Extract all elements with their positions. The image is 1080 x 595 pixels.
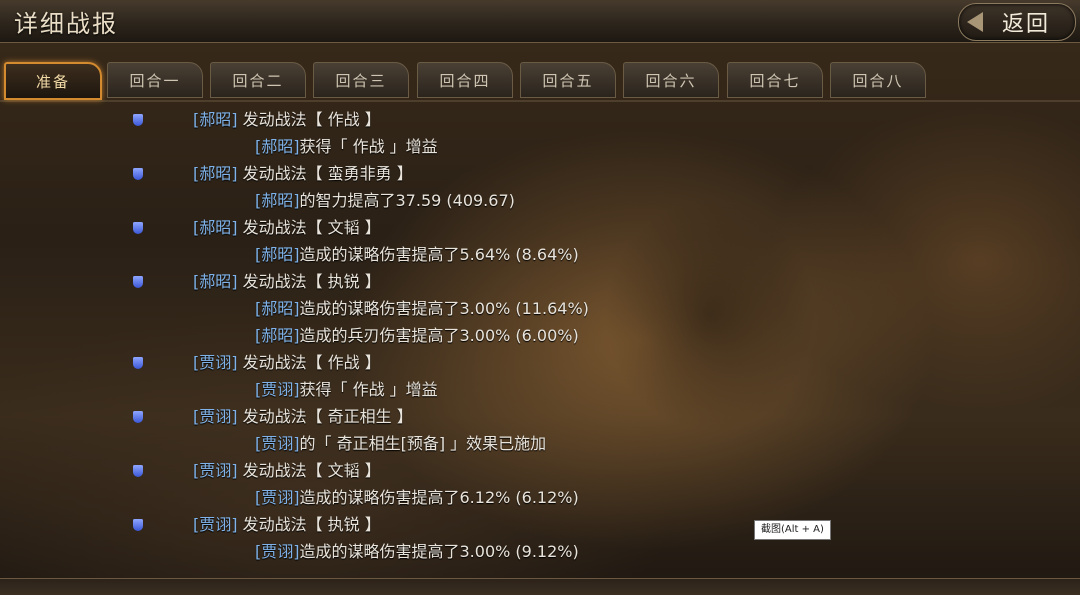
- tab-round-7[interactable]: 回合七: [727, 62, 823, 98]
- log-text: 发动战法【 奇正相生 】: [237, 407, 413, 426]
- tab-round-0[interactable]: 准备: [4, 62, 102, 100]
- general-name: [郝昭]: [255, 137, 300, 156]
- log-line-effect: [郝昭]的智力提高了37.59 (409.67): [255, 187, 515, 214]
- log-text: 获得「 作战 」增益: [299, 137, 438, 156]
- log-line-tactic: [郝昭] 发动战法【 蛮勇非勇 】: [193, 160, 413, 187]
- log-text: 造成的兵刃伤害提高了3.00% (6.00%): [299, 326, 579, 345]
- general-name: [贾诩]: [255, 542, 300, 561]
- shield-icon: [133, 519, 143, 531]
- round-tabs: 准备 回合一 回合二 回合三 回合四 回合五 回合六 回合七 回合八: [0, 62, 1080, 102]
- log-text: 造成的谋略伤害提高了3.00% (11.64%): [299, 299, 589, 318]
- log-text: 获得「 作战 」增益: [299, 380, 438, 399]
- tab-round-3[interactable]: 回合三: [313, 62, 409, 98]
- general-name: [郝昭]: [193, 218, 238, 237]
- shield-icon: [133, 222, 143, 234]
- log-text: 发动战法【 文韬 】: [237, 218, 381, 237]
- log-line-effect: [贾诩]造成的谋略伤害提高了3.00% (9.12%): [255, 538, 579, 565]
- tab-round-1[interactable]: 回合一: [107, 62, 203, 98]
- log-line-effect: [郝昭]造成的谋略伤害提高了5.64% (8.64%): [255, 241, 579, 268]
- log-line-effect: [贾诩]造成的谋略伤害提高了6.12% (6.12%): [255, 484, 579, 511]
- log-line-tactic: [贾诩] 发动战法【 执锐 】: [193, 511, 381, 538]
- general-name: [郝昭]: [255, 299, 300, 318]
- log-line-effect: [贾诩]获得「 作战 」增益: [255, 376, 438, 403]
- battle-log: [郝昭] 发动战法【 作战 】 [郝昭]获得「 作战 」增益 [郝昭] 发动战法【 …: [0, 104, 1080, 578]
- tab-round-2[interactable]: 回合二: [210, 62, 306, 98]
- log-line-effect: [贾诩]的「 奇正相生[预备] 」效果已施加: [255, 430, 546, 457]
- general-name: [郝昭]: [255, 191, 300, 210]
- log-line-tactic: [郝昭] 发动战法【 作战 】: [193, 106, 381, 133]
- general-name: [贾诩]: [255, 380, 300, 399]
- header-bar: 详细战报 返回: [0, 0, 1080, 43]
- back-arrow-icon: [967, 12, 983, 32]
- log-text: 的「 奇正相生[预备] 」效果已施加: [299, 434, 547, 453]
- shield-icon: [133, 276, 143, 288]
- log-line-tactic: [贾诩] 发动战法【 作战 】: [193, 349, 381, 376]
- shield-icon: [133, 465, 143, 477]
- general-name: [贾诩]: [255, 488, 300, 507]
- shield-icon: [133, 114, 143, 126]
- screenshot-tooltip: 截图(Alt + A): [754, 520, 831, 540]
- log-text: 发动战法【 作战 】: [237, 353, 381, 372]
- general-name: [郝昭]: [193, 110, 238, 129]
- shield-icon: [133, 168, 143, 180]
- general-name: [贾诩]: [193, 353, 238, 372]
- tab-round-8[interactable]: 回合八: [830, 62, 926, 98]
- general-name: [贾诩]: [193, 515, 238, 534]
- bottom-frame: [0, 578, 1080, 595]
- general-name: [郝昭]: [255, 326, 300, 345]
- battle-report-screen: 详细战报 返回 准备 回合一 回合二 回合三 回合四 回合五 回合六 回合七 回合八 [郝昭] …: [0, 0, 1080, 595]
- log-line-tactic: [郝昭] 发动战法【 执锐 】: [193, 268, 381, 295]
- log-line-effect: [郝昭]造成的兵刃伤害提高了3.00% (6.00%): [255, 322, 579, 349]
- log-line-tactic: [郝昭] 发动战法【 文韬 】: [193, 214, 381, 241]
- shield-icon: [133, 357, 143, 369]
- page-title: 详细战报: [14, 10, 118, 38]
- log-text: 发动战法【 作战 】: [237, 110, 381, 129]
- tab-round-6[interactable]: 回合六: [623, 62, 719, 98]
- log-text: 造成的谋略伤害提高了6.12% (6.12%): [299, 488, 579, 507]
- log-line-tactic: [贾诩] 发动战法【 奇正相生 】: [193, 403, 413, 430]
- log-text: 发动战法【 执锐 】: [237, 515, 381, 534]
- back-button-label: 返回: [1001, 12, 1050, 37]
- tab-round-4[interactable]: 回合四: [417, 62, 513, 98]
- shield-icon: [133, 411, 143, 423]
- log-text: 发动战法【 蛮勇非勇 】: [237, 164, 413, 183]
- log-text: 造成的谋略伤害提高了3.00% (9.12%): [299, 542, 579, 561]
- log-text: 的智力提高了37.59 (409.67): [299, 191, 515, 210]
- log-line-effect: [郝昭]造成的谋略伤害提高了3.00% (11.64%): [255, 295, 589, 322]
- tab-round-5[interactable]: 回合五: [520, 62, 616, 98]
- log-text: 发动战法【 文韬 】: [237, 461, 381, 480]
- general-name: [郝昭]: [255, 245, 300, 264]
- general-name: [郝昭]: [193, 272, 238, 291]
- general-name: [贾诩]: [255, 434, 300, 453]
- back-button[interactable]: 返回: [958, 3, 1076, 41]
- log-text: 造成的谋略伤害提高了5.64% (8.64%): [299, 245, 579, 264]
- log-line-tactic: [贾诩] 发动战法【 文韬 】: [193, 457, 381, 484]
- general-name: [贾诩]: [193, 461, 238, 480]
- general-name: [郝昭]: [193, 164, 238, 183]
- log-line-effect: [郝昭]获得「 作战 」增益: [255, 133, 438, 160]
- general-name: [贾诩]: [193, 407, 238, 426]
- log-text: 发动战法【 执锐 】: [237, 272, 381, 291]
